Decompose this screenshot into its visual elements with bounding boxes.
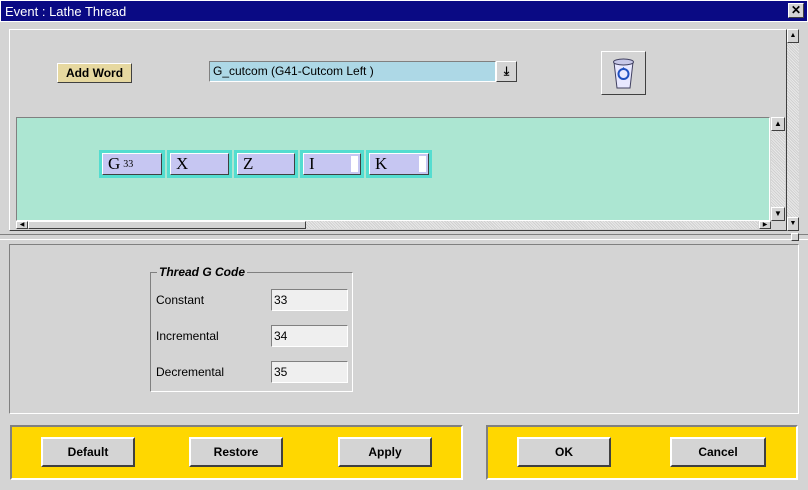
ok-button[interactable]: OK xyxy=(517,437,611,467)
apply-button[interactable]: Apply xyxy=(338,437,432,467)
word-letter: X xyxy=(176,154,189,173)
word-value: 33 xyxy=(123,159,134,170)
parameters-frame xyxy=(9,244,799,414)
default-button[interactable]: Default xyxy=(41,437,135,467)
chevron-down-icon: ⤓ xyxy=(503,64,510,78)
scroll-up-icon[interactable]: ▲ xyxy=(771,117,785,131)
incremental-field[interactable]: 34 xyxy=(271,325,348,347)
word-select-combo[interactable]: G_cutcom (G41-Cutcom Left ) xyxy=(209,61,496,82)
word-area-vscrollbar[interactable]: ▲ ▼ xyxy=(771,117,785,221)
recycle-bin-icon xyxy=(613,58,634,89)
scroll-left-icon[interactable]: ◀ xyxy=(16,221,28,229)
pane-splitter[interactable] xyxy=(0,234,808,240)
word-block-k[interactable]: K xyxy=(366,150,432,178)
decremental-field[interactable]: 35 xyxy=(271,361,348,383)
incremental-label: Incremental xyxy=(156,329,219,343)
add-word-button[interactable]: Add Word xyxy=(57,63,132,83)
close-button[interactable]: ✕ xyxy=(788,3,804,18)
scroll-down-icon[interactable]: ▼ xyxy=(787,217,799,231)
delete-word-button[interactable] xyxy=(601,51,646,95)
word-block-z[interactable]: Z xyxy=(234,150,298,178)
restore-button[interactable]: Restore xyxy=(189,437,283,467)
cancel-button[interactable]: Cancel xyxy=(670,437,766,467)
word-letter: I xyxy=(309,154,315,173)
group-title: Thread G Code xyxy=(157,265,248,279)
close-icon: ✕ xyxy=(790,3,802,17)
word-block-x[interactable]: X xyxy=(167,150,232,178)
word-letter: G xyxy=(108,154,121,173)
scroll-up-icon[interactable]: ▲ xyxy=(787,29,799,43)
scroll-right-icon[interactable]: ▶ xyxy=(759,221,771,229)
combo-dropdown-button[interactable]: ⤓ xyxy=(496,61,517,82)
word-block-g[interactable]: G 33 xyxy=(99,150,165,178)
decremental-label: Decremental xyxy=(156,365,225,379)
word-block-i[interactable]: I xyxy=(300,150,364,178)
word-letter: K xyxy=(375,154,388,173)
window-title: Event : Lathe Thread xyxy=(5,4,127,19)
scroll-down-icon[interactable]: ▼ xyxy=(771,207,785,221)
constant-label: Constant xyxy=(156,293,205,307)
splitter-handle[interactable] xyxy=(791,233,799,241)
constant-field[interactable]: 33 xyxy=(271,289,348,311)
title-bar: Event : Lathe Thread xyxy=(0,0,808,22)
word-letter: Z xyxy=(243,154,254,173)
frame-vscrollbar[interactable]: ▲ ▼ xyxy=(787,29,799,231)
word-area-hscrollbar[interactable]: ◀ ▶ xyxy=(16,221,771,229)
